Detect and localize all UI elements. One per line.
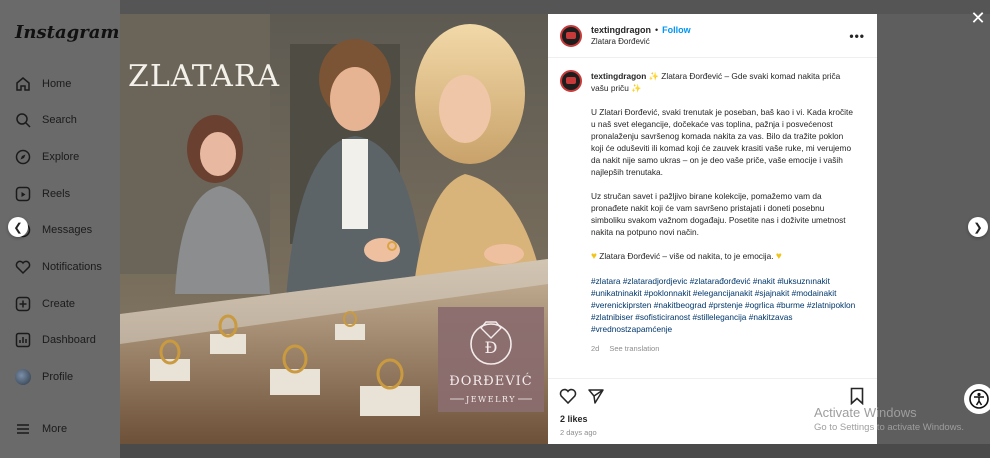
see-translation-link[interactable]: See translation <box>609 343 659 355</box>
explore-icon <box>14 148 32 166</box>
sidebar-item-explore[interactable]: Explore <box>14 145 79 169</box>
sidebar-item-dashboard[interactable]: Dashboard <box>14 328 96 352</box>
post-timestamp: 2 days ago <box>560 428 597 437</box>
share-icon[interactable] <box>587 387 605 410</box>
watermark-subtitle: Go to Settings to activate Windows. <box>814 422 964 433</box>
caption-age: 2d <box>591 344 600 353</box>
home-icon <box>14 75 32 93</box>
yellow-heart-icon: ♥ <box>591 251 597 262</box>
caption-paragraph: Zlatara Đorđević – više od nakita, to je… <box>599 251 774 261</box>
jewelry-store-illustration: ZLATARA Đ ĐORĐEVIĆ JEWELRY <box>120 14 548 444</box>
follow-button[interactable]: Follow <box>662 25 691 35</box>
sparkles-icon: ✨ <box>648 71 659 81</box>
chevron-right-icon: ❯ <box>973 221 983 234</box>
chevron-left-icon: ❮ <box>13 221 23 234</box>
more-options-icon[interactable]: ••• <box>849 29 865 43</box>
caption-paragraph: Uz stručan savet i pažljivo birane kolek… <box>591 191 846 237</box>
logo-name: ĐORĐEVIĆ <box>449 372 532 389</box>
instagram-logo[interactable]: Instagram <box>15 22 119 43</box>
yellow-heart-icon: ♥ <box>775 251 782 262</box>
sidebar-item-search[interactable]: Search <box>14 108 77 132</box>
sidebar-item-label: Create <box>42 298 76 310</box>
sidebar-item-notifications[interactable]: Notifications <box>14 255 102 279</box>
avatar <box>14 368 32 386</box>
logo-sub: JEWELRY <box>465 395 516 404</box>
post-location[interactable]: Zlatara Đorđević <box>591 37 691 46</box>
dashboard-icon <box>14 331 32 349</box>
menu-icon <box>14 420 32 438</box>
sidebar-item-home[interactable]: Home <box>14 72 71 96</box>
caption-username[interactable]: textingdragon <box>591 71 646 81</box>
previous-post-button[interactable]: ❮ <box>8 217 28 237</box>
search-icon <box>14 111 32 129</box>
svg-text:Đ: Đ <box>485 338 498 357</box>
caption-area: textingdragon ✨ Zlatara Đorđević – Gde s… <box>548 58 877 378</box>
sidebar-item-more[interactable]: More <box>14 417 67 441</box>
store-sign-text: ZLATARA <box>128 59 280 94</box>
background-feed-top <box>120 0 990 14</box>
likes-count[interactable]: 2 likes <box>560 414 588 424</box>
sidebar-item-label: Profile <box>42 371 74 383</box>
avatar[interactable] <box>560 70 582 92</box>
plus-icon <box>14 295 32 313</box>
accessibility-icon[interactable] <box>964 384 990 414</box>
sidebar-item-label: Search <box>42 114 77 126</box>
windows-activation-watermark: Activate Windows Go to Settings to activ… <box>814 405 964 433</box>
sparkles-icon: ✨ <box>631 83 642 93</box>
avatar[interactable] <box>560 24 582 47</box>
post-author-username[interactable]: textingdragon <box>591 25 651 35</box>
caption-paragraph: U Zlatari Đorđević, svaki trenutak je po… <box>591 107 853 177</box>
hashtags[interactable]: #zlatara #zlataradjordjevic #zlatarađorđ… <box>591 275 857 335</box>
close-icon[interactable]: ✕ <box>968 8 988 28</box>
watermark-title: Activate Windows <box>814 405 917 420</box>
sidebar-item-reels[interactable]: Reels <box>14 182 70 206</box>
sidebar-item-profile[interactable]: Profile <box>14 365 73 389</box>
post-detail-panel: textingdragon • Follow Zlatara Đorđević … <box>548 14 877 444</box>
dot-separator: • <box>655 25 659 35</box>
reels-icon <box>14 185 32 203</box>
post-header: textingdragon • Follow Zlatara Đorđević … <box>548 14 877 58</box>
sidebar-item-label: Messages <box>42 224 93 236</box>
next-post-button[interactable]: ❯ <box>968 217 988 237</box>
like-heart-icon[interactable] <box>559 387 577 410</box>
sidebar-item-label: Reels <box>42 188 71 200</box>
sidebar-item-label: Notifications <box>42 261 102 273</box>
sidebar-item-label: Dashboard <box>42 334 96 346</box>
sidebar-item-label: Home <box>42 78 72 90</box>
heart-icon <box>14 258 32 276</box>
background-feed-bottom <box>120 444 990 458</box>
post-image[interactable]: ZLATARA Đ ĐORĐEVIĆ JEWELRY <box>120 14 548 444</box>
sidebar-item-label: Explore <box>42 151 80 163</box>
sidebar-item-label: More <box>42 423 68 435</box>
sidebar-item-create[interactable]: Create <box>14 292 75 316</box>
